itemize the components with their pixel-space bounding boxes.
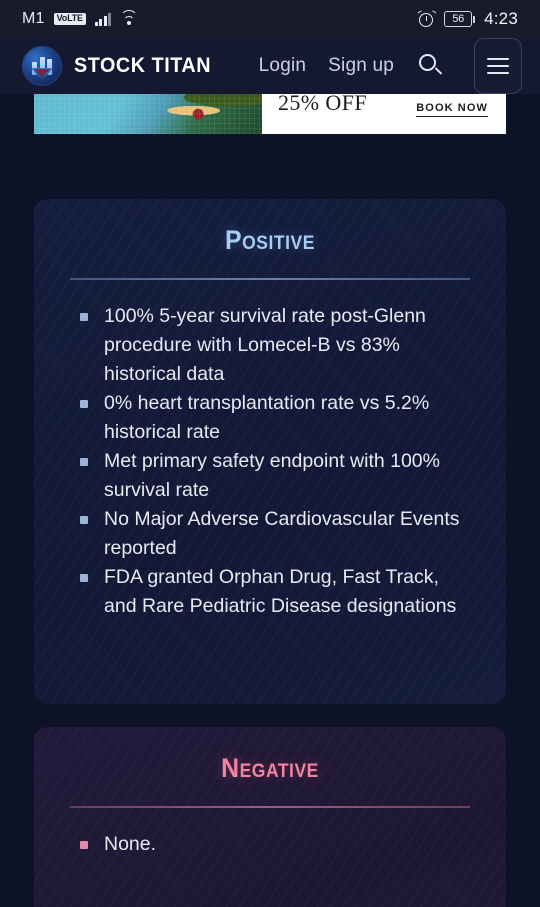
battery-icon: 56 <box>444 11 476 27</box>
bullet-list-positive: 100% 5-year survival rate post-Glenn pro… <box>80 302 476 621</box>
signup-link[interactable]: Sign up <box>328 55 394 77</box>
section-title-negative: Negative <box>221 753 319 783</box>
alarm-clock-icon <box>416 9 437 28</box>
signal-bars-icon <box>94 12 112 26</box>
list-item: FDA granted Orphan Drug, Fast Track, and… <box>80 563 476 621</box>
section-divider-positive <box>70 278 470 280</box>
list-item: None. <box>80 830 476 859</box>
site-header: STOCK TITAN Login Sign up <box>0 38 540 94</box>
section-title-positive: Positive <box>225 225 315 255</box>
volte-badge: VoLTE <box>53 13 86 25</box>
ad-book-now-button[interactable]: BOOK NOW <box>416 102 488 117</box>
list-item: 0% heart transplantation rate vs 5.2% hi… <box>80 389 476 447</box>
page-content: Positive 100% 5-year survival rate post-… <box>0 94 540 907</box>
clock-label: 4:23 <box>484 9 518 28</box>
list-item: No Major Adverse Cardiovascular Events r… <box>80 505 476 563</box>
search-icon[interactable] <box>416 51 446 81</box>
status-bar-left: M1 VoLTE <box>22 10 139 28</box>
hamburger-menu-icon[interactable] <box>474 38 522 94</box>
header-nav: Login Sign up <box>259 38 522 94</box>
bullet-list-negative: None. <box>80 830 476 859</box>
section-card-positive: Positive 100% 5-year survival rate post-… <box>34 199 506 704</box>
battery-level: 56 <box>444 11 473 27</box>
status-bar: M1 VoLTE 56 4:23 <box>0 0 540 38</box>
login-link[interactable]: Login <box>259 55 307 77</box>
stock-titan-logo-icon <box>22 46 62 86</box>
list-item: 100% 5-year survival rate post-Glenn pro… <box>80 302 476 389</box>
section-divider-negative <box>70 806 470 808</box>
list-item: Met primary safety endpoint with 100% su… <box>80 447 476 505</box>
battery-tip <box>473 15 476 23</box>
carrier-label: M1 <box>22 10 45 27</box>
brand-name: STOCK TITAN <box>74 54 212 77</box>
section-card-negative: Negative None. <box>34 727 506 907</box>
app-root: M1 VoLTE 56 4:23 STOCK TITAN Login Sign … <box>0 0 540 907</box>
brand-home-link[interactable]: STOCK TITAN <box>22 46 220 86</box>
status-bar-right: 56 4:23 <box>416 9 518 29</box>
wifi-icon <box>120 10 139 26</box>
